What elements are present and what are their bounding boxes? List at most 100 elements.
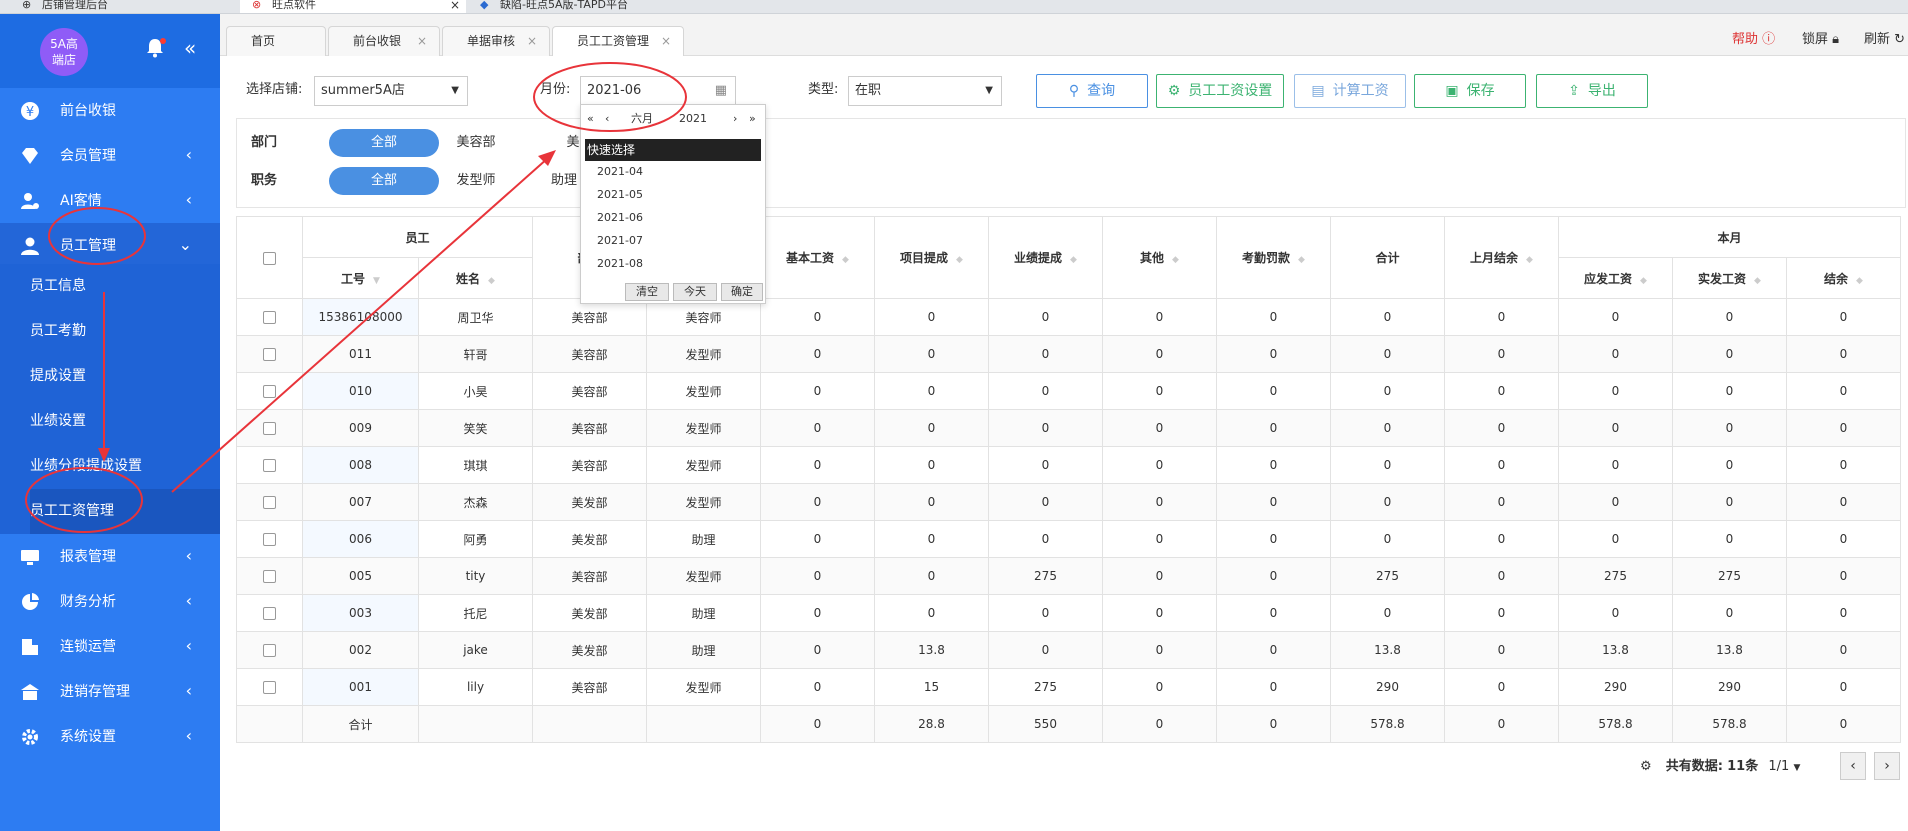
table-row[interactable]: 011 轩哥 美容部 发型师 0 0 0 0 0 0 0 0 0 0 [236,335,1901,373]
menu-item-staff[interactable]: 员工管理 ⌄ [0,223,220,268]
row-checkbox[interactable] [263,644,276,657]
table-row[interactable]: 009 笑笑 美容部 发型师 0 0 0 0 0 0 0 0 0 0 [236,409,1901,447]
type-select[interactable]: 在职 ▼ [848,76,1002,106]
store-select[interactable]: summer5A店 ▼ [314,76,468,106]
tab-review[interactable]: 单据审核 × [442,26,550,56]
next-month-icon[interactable]: › [733,105,737,133]
picker-year[interactable]: 2021 [679,105,707,133]
table-row[interactable]: 010 小昊 美容部 发型师 0 0 0 0 0 0 0 0 0 0 [236,372,1901,410]
quick-option[interactable]: 2021-06 [597,209,643,227]
tab-salary[interactable]: 员工工资管理 × [552,26,684,56]
menu-item-inventory[interactable]: 进销存管理 ‹ [0,669,220,714]
picker-today-button[interactable]: 今天 [673,283,717,301]
menu-item-members[interactable]: 会员管理 ‹ [0,133,220,178]
calendar-icon[interactable]: ▦ [715,77,727,105]
table-row[interactable]: 001 lily 美容部 发型师 0 15 275 0 0 290 0 290 290 0 [236,668,1901,706]
col-header[interactable]: 基本工资 ◆ [760,216,875,299]
tab-cashier[interactable]: 前台收银 × [328,26,440,56]
quick-option[interactable]: 2021-04 [597,163,643,181]
submenu-commission[interactable]: 提成设置 [30,354,220,399]
browser-tab[interactable]: ◆ 缺陷-旺点5A版-TAPD平台 [470,0,700,13]
col-header[interactable]: 应发工资 ◆ [1558,257,1673,299]
col-header[interactable]: 项目提成 ◆ [874,216,989,299]
row-checkbox[interactable] [263,459,276,472]
col-header[interactable]: 工号 ▼ [302,257,419,299]
table-row[interactable]: 005 tity 美容部 发型师 0 0 275 0 0 275 0 275 275 0 [236,557,1901,595]
menu-item-finance[interactable]: 财务分析 ‹ [0,579,220,624]
select-all-checkbox[interactable] [263,251,276,265]
row-checkbox[interactable] [263,607,276,620]
menu-item-chain[interactable]: 连锁运营 ‹ [0,624,220,669]
row-checkbox[interactable] [263,385,276,398]
submenu-tiered-commission[interactable]: 业绩分段提成设置 [30,444,220,489]
close-icon[interactable]: × [450,0,460,11]
globe-icon: ⊕ [22,0,32,11]
save-button[interactable]: ▣ 保存 [1414,74,1526,108]
close-icon[interactable]: × [417,27,427,55]
row-checkbox[interactable] [263,311,276,324]
menu-item-settings[interactable]: 系统设置 ‹ [0,714,220,759]
menu-item-cashier[interactable]: ¥ 前台收银 [0,88,220,133]
prev-page-button[interactable]: ‹ [1840,752,1866,780]
store-avatar[interactable]: 5A高 端店 [40,28,88,76]
salary-settings-button[interactable]: ⚙ 员工工资设置 [1156,74,1284,108]
col-header[interactable]: 业绩提成 ◆ [988,216,1103,299]
total-row[interactable]: 合计 0 28.8 550 0 0 578.8 0 578.8 578.8 0 [236,705,1901,743]
submenu-staff-info[interactable]: 员工信息 [30,264,220,309]
bell-icon[interactable] [146,38,166,58]
menu-item-reports[interactable]: 报表管理 ‹ [0,534,220,579]
chip-department-beauty[interactable]: 美容部 [421,129,531,157]
calculate-salary-button[interactable]: ▤ 计算工资 [1294,74,1406,108]
quick-option[interactable]: 2021-07 [597,232,643,250]
submenu-performance[interactable]: 业绩设置 [30,399,220,444]
row-checkbox[interactable] [263,570,276,583]
quick-option[interactable]: 2021-08 [597,255,643,273]
refresh-button[interactable]: 刷新 ↻ [1864,30,1905,50]
prev-month-icon[interactable]: ‹ [605,105,609,133]
row-checkbox[interactable] [263,681,276,694]
export-button[interactable]: ⇪ 导出 [1536,74,1648,108]
table-row[interactable]: 15386108000 周卫华 美容部 美容师 0 0 0 0 0 0 0 0 0 0 [236,298,1901,336]
month-input[interactable]: 2021-06 ▦ [580,76,736,106]
help-link[interactable]: 帮助 ⓘ [1732,30,1775,50]
submenu-attendance[interactable]: 员工考勤 [30,309,220,354]
browser-tab-active[interactable]: ⊗ 旺点软件 × [240,0,466,13]
picker-clear-button[interactable]: 清空 [625,283,669,301]
lock-screen-button[interactable]: 锁屏 🔒︎ [1802,30,1839,50]
row-checkbox[interactable] [263,533,276,546]
col-header[interactable]: 其他 ◆ [1102,216,1217,299]
gear-icon[interactable]: ⚙ [1640,759,1652,774]
next-year-icon[interactable]: » [749,105,756,133]
col-header[interactable]: 姓名 ◆ [418,257,533,299]
next-page-button[interactable]: › [1874,752,1900,780]
table-row[interactable]: 007 杰森 美发部 发型师 0 0 0 0 0 0 0 0 0 0 [236,483,1901,521]
collapse-sidebar-icon[interactable]: « [184,36,196,60]
row-checkbox[interactable] [263,422,276,435]
close-icon[interactable]: × [661,27,671,55]
col-header[interactable]: 实发工资 ◆ [1672,257,1787,299]
table-row[interactable]: 003 托尼 美发部 助理 0 0 0 0 0 0 0 0 0 0 [236,594,1901,632]
table-row[interactable]: 008 琪琪 美容部 发型师 0 0 0 0 0 0 0 0 0 0 [236,446,1901,484]
table-cell: 0 [1672,298,1787,336]
query-button[interactable]: ⚲ 查询 [1036,74,1148,108]
table-cell: 002 [302,631,419,669]
menu-item-ai[interactable]: AI客情 ‹ [0,178,220,223]
quick-option[interactable]: 2021-05 [597,186,643,204]
table-row[interactable]: 006 阿勇 美发部 助理 0 0 0 0 0 0 0 0 0 0 [236,520,1901,558]
page-indicator[interactable]: 1/1 [1768,759,1789,774]
close-icon[interactable]: × [527,27,537,55]
prev-year-icon[interactable]: « [587,105,594,133]
table-cell: 0 [1786,705,1901,743]
picker-month[interactable]: 六月 [631,105,653,133]
table-row[interactable]: 002 jake 美发部 助理 0 13.8 0 0 0 13.8 0 13.8 13.8 0 [236,631,1901,669]
col-header[interactable]: 上月结余 ◆ [1444,216,1559,299]
col-header[interactable]: 结余 ◆ [1786,257,1901,299]
col-header[interactable]: 考勤罚款 ◆ [1216,216,1331,299]
col-header[interactable]: 合计 [1330,216,1445,299]
tab-home[interactable]: 首页 [226,26,326,56]
submenu-salary-management[interactable]: 员工工资管理 [30,489,220,534]
picker-confirm-button[interactable]: 确定 [721,283,763,301]
browser-tab[interactable]: ⊕ 店铺管理后台 [0,0,236,13]
row-checkbox[interactable] [263,496,276,509]
row-checkbox[interactable] [263,348,276,361]
